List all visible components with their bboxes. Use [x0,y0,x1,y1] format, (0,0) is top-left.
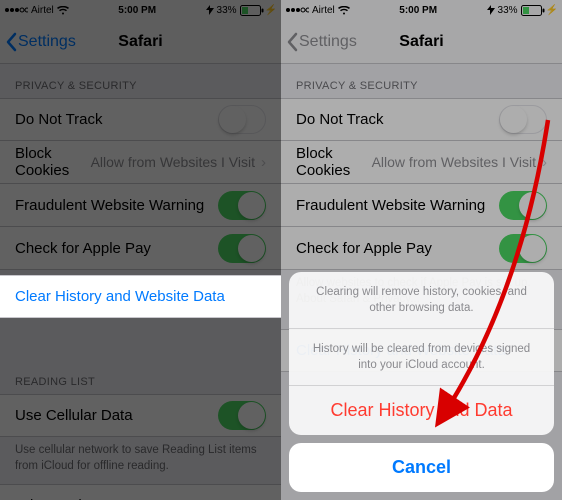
signal-icon [4,6,28,14]
back-button[interactable]: Settings [0,32,76,52]
sheet-message-2: History will be cleared from devices sig… [289,328,554,385]
toggle-apple-pay[interactable] [218,234,266,263]
action-sheet: Clearing will remove history, cookies, a… [289,272,554,492]
left-screen: Airtel 5:00 PM 33% ⚡ Settings Safari PRI… [0,0,281,500]
battery-pct: 33% [217,5,237,16]
row-label: Clear History and Website Data [15,288,266,305]
row-use-cellular[interactable]: Use Cellular Data [0,394,281,437]
cancel-button[interactable]: Cancel [289,443,554,492]
row-block-cookies[interactable]: Block Cookies Allow from Websites I Visi… [0,141,281,184]
section-header-privacy: PRIVACY & SECURITY [0,64,281,98]
toggle-use-cellular[interactable] [218,401,266,430]
clear-history-confirm-button[interactable]: Clear History and Data [289,385,554,435]
section-footer-reading: Use cellular network to save Reading Lis… [0,437,281,484]
row-label: Check for Apple Pay [15,240,218,257]
toggle-fraud-warning[interactable] [218,191,266,220]
row-label: Use Cellular Data [15,407,218,424]
right-screen: Airtel 5:00 PM 33% ⚡ Settings Safari PRI… [281,0,562,500]
row-label: Block Cookies [15,145,91,179]
row-advanced[interactable]: Advanced › [0,484,281,500]
chevron-right-icon: › [261,154,266,171]
clock-label: 5:00 PM [118,5,156,16]
row-label: Fraudulent Website Warning [15,197,218,214]
wifi-icon [57,6,69,15]
section-header-reading: READING LIST [0,360,281,394]
chevron-left-icon [4,32,18,52]
row-fraud-warning[interactable]: Fraudulent Website Warning [0,184,281,227]
row-label: Do Not Track [15,111,218,128]
toggle-do-not-track[interactable] [218,105,266,134]
row-clear-history[interactable]: Clear History and Website Data [0,275,281,318]
charging-icon: ⚡ [265,5,277,16]
row-do-not-track[interactable]: Do Not Track [0,98,281,141]
carrier-label: Airtel [31,5,54,16]
battery-icon [240,5,264,16]
nav-bar: Settings Safari [0,20,281,64]
location-icon [206,5,214,15]
row-value: Allow from Websites I Visit [91,154,255,170]
status-bar: Airtel 5:00 PM 33% ⚡ [0,0,281,20]
sheet-message-1: Clearing will remove history, cookies, a… [289,272,554,328]
row-apple-pay[interactable]: Check for Apple Pay [0,227,281,270]
